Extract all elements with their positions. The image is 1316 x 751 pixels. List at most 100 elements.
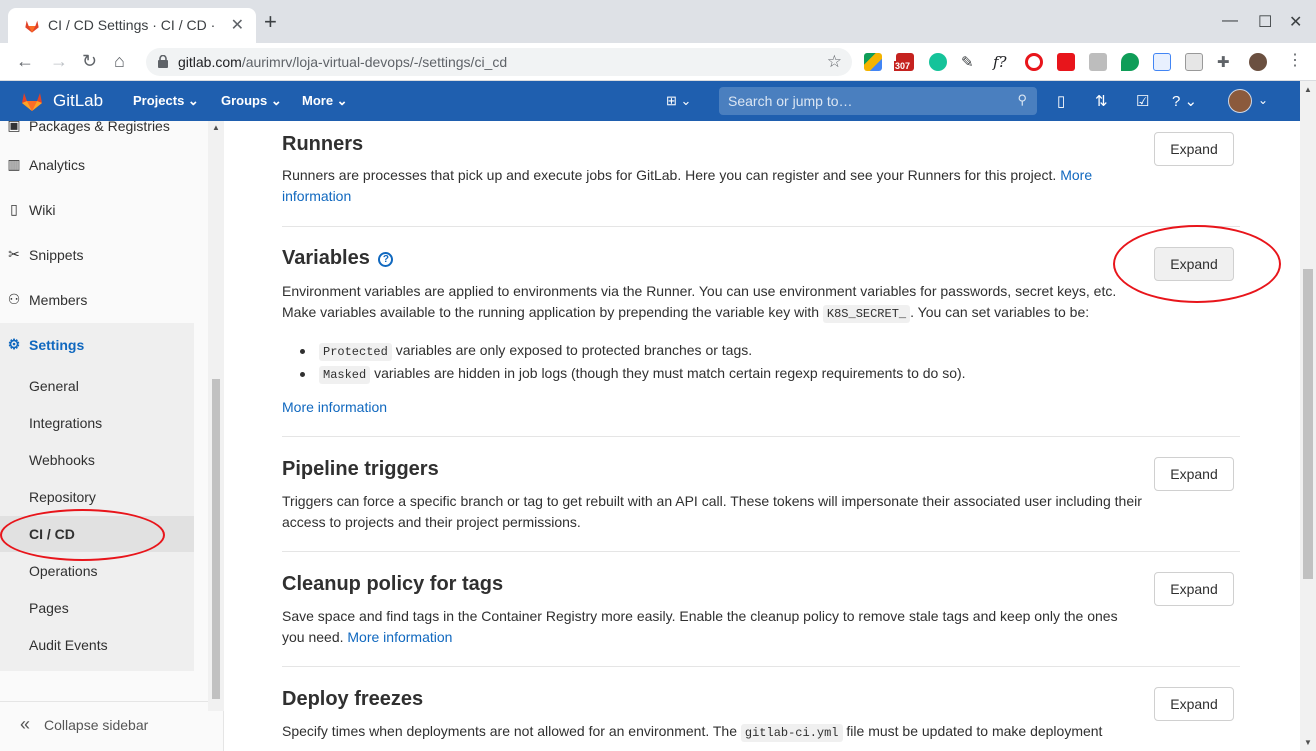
- tab-close-icon[interactable]: ✕: [231, 15, 244, 35]
- pipeline-triggers-section: Pipeline triggers Triggers can force a s…: [282, 458, 1240, 533]
- sidebar-sub-audit-events[interactable]: Audit Events: [29, 637, 108, 653]
- runners-description: Runners are processes that pick up and e…: [282, 167, 1093, 204]
- gitlab-logo-icon[interactable]: [20, 90, 44, 112]
- sidebar-item-wiki[interactable]: ▯ Wiki: [0, 195, 194, 225]
- k8s-secret-code: K8S_SECRET_: [822, 305, 911, 323]
- list-item: Masked variables are hidden in job logs …: [300, 363, 966, 386]
- runners-title: Runners: [282, 133, 364, 155]
- close-window-icon[interactable]: ✕: [1289, 12, 1302, 32]
- package-icon: ▣: [7, 117, 21, 133]
- user-avatar[interactable]: [1228, 89, 1252, 113]
- variables-bullet-list: Protected variables are only exposed to …: [300, 340, 966, 386]
- extensions-puzzle-icon[interactable]: ✚: [1217, 53, 1235, 71]
- chrome-menu-icon[interactable]: ⋮: [1287, 51, 1303, 71]
- variables-title: Variables ?: [282, 247, 1240, 270]
- list-item: Protected variables are only exposed to …: [300, 340, 966, 363]
- back-icon[interactable]: ←: [16, 51, 34, 71]
- green-extension-icon[interactable]: [1121, 53, 1139, 71]
- annotation-ellipse-expand: [1113, 225, 1281, 303]
- docs-extension-icon[interactable]: [1153, 53, 1171, 71]
- sidebar-sub-integrations[interactable]: Integrations: [29, 415, 102, 431]
- search-input[interactable]: Search or jump to… ⚲: [719, 87, 1037, 115]
- chevron-down-icon[interactable]: ⌄: [1258, 93, 1268, 107]
- scroll-down-icon[interactable]: ▼: [1304, 738, 1312, 747]
- home-icon[interactable]: ⌂: [114, 51, 125, 71]
- scissors-icon: ✂: [8, 246, 20, 262]
- profile-avatar-icon[interactable]: [1249, 53, 1267, 71]
- address-bar[interactable]: gitlab.com/aurimrv/loja-virtual-devops/-…: [146, 48, 852, 76]
- gitlab-brand[interactable]: GitLab: [53, 91, 103, 111]
- cleanup-policy-expand-button[interactable]: Expand: [1154, 572, 1234, 606]
- formula-extension-icon[interactable]: f?: [993, 53, 1011, 71]
- gitlab-ci-yml-code: gitlab-ci.yml: [740, 724, 843, 742]
- sidebar-sub-general[interactable]: General: [29, 378, 79, 394]
- variables-description-2: Make variables available to the running …: [282, 304, 1090, 323]
- pipeline-triggers-title: Pipeline triggers: [282, 458, 439, 480]
- reload-icon[interactable]: ↻: [82, 51, 97, 71]
- projects-menu[interactable]: Projects ⌄: [133, 93, 199, 109]
- drive-extension-icon[interactable]: [864, 53, 882, 71]
- cleanup-policy-description: Save space and find tags in the Containe…: [282, 608, 1118, 645]
- divider: [282, 551, 1240, 552]
- sidebar-sub-operations[interactable]: Operations: [29, 563, 97, 579]
- issues-icon[interactable]: ▯: [1057, 92, 1065, 110]
- help-icon[interactable]: ? ⌄: [1172, 92, 1197, 110]
- sidebar-scroll-up-icon[interactable]: ▲: [212, 123, 220, 132]
- annotation-ellipse-ci-cd: [0, 509, 165, 561]
- collapse-sidebar-button[interactable]: « Collapse sidebar: [0, 701, 208, 751]
- forward-icon[interactable]: →: [50, 51, 68, 71]
- lock-icon: [158, 55, 168, 68]
- bookmark-star-icon[interactable]: ☆: [827, 52, 842, 72]
- sidebar-item-members[interactable]: ⚇ Members: [0, 285, 194, 315]
- gitlab-favicon-icon: [25, 20, 39, 33]
- variables-more-info-link[interactable]: More information: [282, 399, 387, 415]
- todos-icon[interactable]: ☑: [1136, 92, 1149, 110]
- url-text: gitlab.com/aurimrv/loja-virtual-devops/-…: [178, 54, 508, 70]
- divider: [282, 436, 1240, 437]
- record-extension-icon[interactable]: [1025, 53, 1043, 71]
- deploy-freezes-expand-button[interactable]: Expand: [1154, 687, 1234, 721]
- gray-extension-icon[interactable]: [1089, 53, 1107, 71]
- runners-expand-button[interactable]: Expand: [1154, 132, 1234, 166]
- sidebar-item-settings[interactable]: ⚙ Settings: [0, 330, 194, 360]
- pipeline-triggers-expand-button[interactable]: Expand: [1154, 457, 1234, 491]
- more-menu[interactable]: More ⌄: [302, 93, 348, 109]
- sidebar-item-analytics[interactable]: ▥ Analytics: [0, 150, 194, 180]
- book-icon: ▯: [10, 201, 18, 217]
- page-scrollbar[interactable]: ▲ ▼: [1300, 81, 1316, 751]
- users-icon: ⚇: [7, 291, 21, 307]
- cleanup-policy-title: Cleanup policy for tags: [282, 573, 504, 595]
- scrollbar-thumb[interactable]: [1303, 269, 1313, 579]
- sidebar-item-packages[interactable]: ▣ Packages & Registries: [0, 111, 194, 141]
- cleanup-more-info-link[interactable]: More information: [347, 629, 452, 645]
- protected-code: Protected: [319, 343, 392, 361]
- sidebar-scrollbar[interactable]: ▲: [208, 121, 224, 711]
- sidebar-sub-repository[interactable]: Repository: [29, 489, 96, 505]
- scroll-up-icon[interactable]: ▲: [1304, 85, 1312, 94]
- help-circle-icon[interactable]: ?: [378, 252, 394, 267]
- deploy-freezes-description: Specify times when deployments are not a…: [282, 723, 1103, 742]
- grammarly-extension-icon[interactable]: [929, 53, 947, 71]
- cleanup-policy-section: Cleanup policy for tags Save space and f…: [282, 573, 1240, 648]
- pipeline-triggers-description: Triggers can force a specific branch or …: [282, 493, 1142, 530]
- double-chevron-left-icon: «: [20, 714, 31, 734]
- sidebar-sub-pages[interactable]: Pages: [29, 600, 69, 616]
- sidebar-sub-webhooks[interactable]: Webhooks: [29, 452, 95, 468]
- eyedropper-extension-icon[interactable]: ✎: [961, 53, 979, 71]
- deploy-freezes-title: Deploy freezes: [282, 688, 424, 710]
- sidebar-item-snippets[interactable]: ✂ Snippets: [0, 240, 194, 270]
- minimize-icon[interactable]: —: [1222, 12, 1238, 30]
- search-icon: ⚲: [1017, 92, 1027, 107]
- sidebar-scrollbar-thumb[interactable]: [212, 379, 220, 699]
- masked-code: Masked: [319, 366, 371, 384]
- groups-menu[interactable]: Groups ⌄: [221, 93, 282, 109]
- new-item-icon[interactable]: ⊞ ⌄: [666, 93, 691, 109]
- new-tab-icon[interactable]: +: [264, 11, 277, 33]
- gmail-extension-icon[interactable]: 307: [894, 53, 914, 71]
- red-extension-icon[interactable]: [1057, 53, 1075, 71]
- merge-requests-icon[interactable]: ⇅: [1095, 92, 1108, 110]
- variables-section: Variables ? Environment variables are ap…: [282, 247, 1240, 325]
- browser-tab[interactable]: CI / CD Settings · CI / CD · ✕: [8, 8, 256, 43]
- maximize-icon[interactable]: ☐: [1258, 12, 1272, 32]
- screenshot-extension-icon[interactable]: [1185, 53, 1203, 71]
